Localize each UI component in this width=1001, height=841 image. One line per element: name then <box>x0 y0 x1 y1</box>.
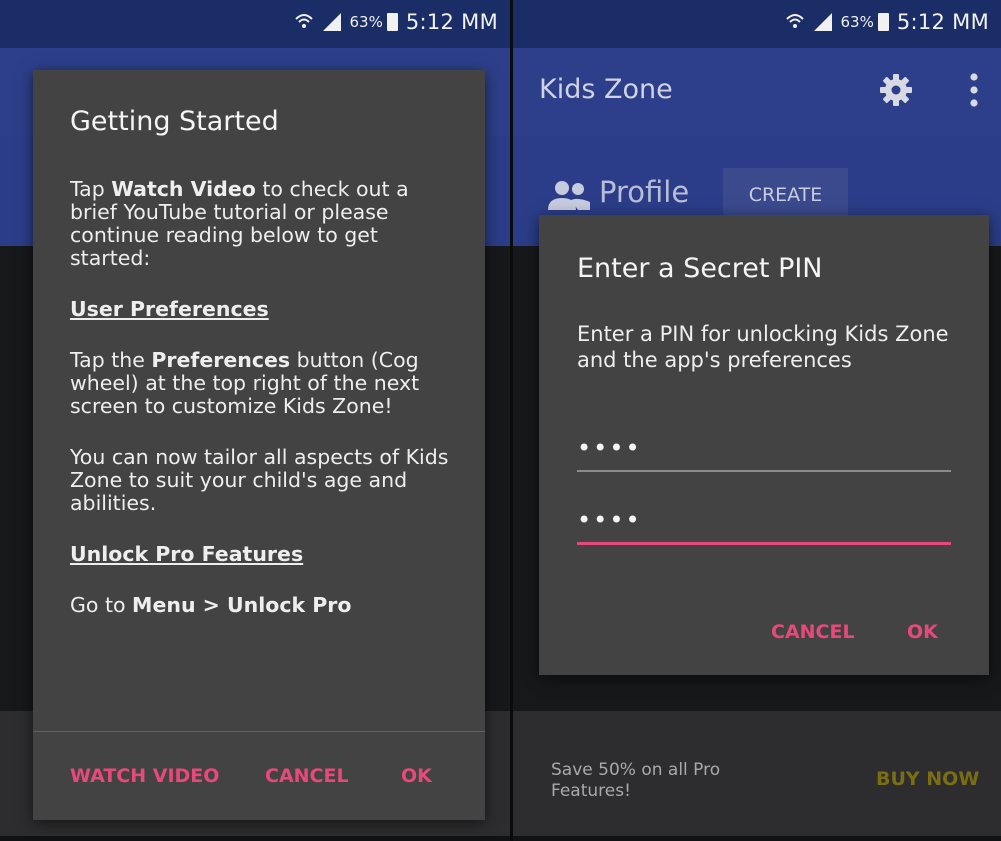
battery-icon <box>877 13 889 31</box>
section-user-preferences: User Preferences <box>70 297 269 321</box>
status-cluster: 63% 5:12 MM <box>293 10 498 34</box>
status-clock: 5:12 MM <box>896 10 989 34</box>
overflow-menu-icon[interactable] <box>969 72 979 108</box>
app-title: Kids Zone <box>539 74 673 105</box>
secret-pin-dialog: Enter a Secret PIN Enter a PIN for unloc… <box>539 215 989 675</box>
confirm-pin-field[interactable]: •••• <box>577 502 951 545</box>
status-cluster: 63% 5:12 MM <box>784 10 989 34</box>
pin-field[interactable]: •••• <box>577 430 951 472</box>
promo-text: Save 50% on all Pro Features! <box>551 760 721 801</box>
section-unlock-pro: Unlock Pro Features <box>70 542 304 566</box>
create-button[interactable]: CREATE <box>723 168 848 222</box>
goto-paragraph: Go to Menu > Unlock Pro <box>70 594 458 617</box>
goto-unlock-pro-bold: Unlock Pro <box>227 593 352 617</box>
pref-bold: Preferences <box>151 348 291 372</box>
gear-icon[interactable] <box>878 72 914 108</box>
wifi-icon <box>786 14 805 28</box>
preferences-paragraph: Tap the Preferences button (Cog wheel) a… <box>70 349 458 418</box>
battery-percent: 63% <box>840 13 874 31</box>
wifi-icon <box>295 14 314 28</box>
left-phone-screen: 63% 5:12 MM Getting Started Tap Watch Vi… <box>0 0 510 841</box>
people-icon <box>548 181 590 210</box>
watch-video-button[interactable]: WATCH VIDEO <box>70 765 219 787</box>
signal-icon <box>323 13 342 31</box>
cancel-button[interactable]: CANCEL <box>771 621 855 643</box>
dialog-body: Tap Watch Video to check out a brief You… <box>70 178 458 645</box>
status-bar: 63% 5:12 MM <box>513 0 1001 48</box>
goto-text-start: Go to <box>70 593 133 617</box>
goto-menu-bold: Menu <box>132 593 196 617</box>
dialog-description: Enter a PIN for unlocking Kids Zone and … <box>577 322 949 372</box>
dialog-title: Getting Started <box>70 106 279 137</box>
intro-paragraph: Tap Watch Video to check out a brief You… <box>70 178 458 270</box>
goto-separator: > <box>195 593 227 617</box>
buy-now-button[interactable]: BUY NOW <box>876 768 979 790</box>
intro-watch-video-bold: Watch Video <box>111 177 256 201</box>
cancel-button[interactable]: CANCEL <box>265 765 349 787</box>
right-phone-screen: 63% 5:12 MM Kids Zone Profile CREATE Ent… <box>513 0 1001 841</box>
profile-label: Profile <box>599 175 690 209</box>
getting-started-dialog: Getting Started Tap Watch Video to check… <box>33 70 485 820</box>
pref-text-start: Tap the <box>70 348 152 372</box>
battery-icon <box>386 13 398 31</box>
tailor-paragraph: You can now tailor all aspects of Kids Z… <box>70 445 449 515</box>
ok-button[interactable]: OK <box>907 621 938 643</box>
ok-button[interactable]: OK <box>401 765 432 787</box>
signal-icon <box>814 13 833 31</box>
dialog-title: Enter a Secret PIN <box>577 253 823 284</box>
action-divider <box>33 731 485 732</box>
status-clock: 5:12 MM <box>405 10 498 34</box>
battery-percent: 63% <box>349 13 383 31</box>
intro-text-start: Tap <box>70 177 112 201</box>
status-bar: 63% 5:12 MM <box>0 0 510 48</box>
